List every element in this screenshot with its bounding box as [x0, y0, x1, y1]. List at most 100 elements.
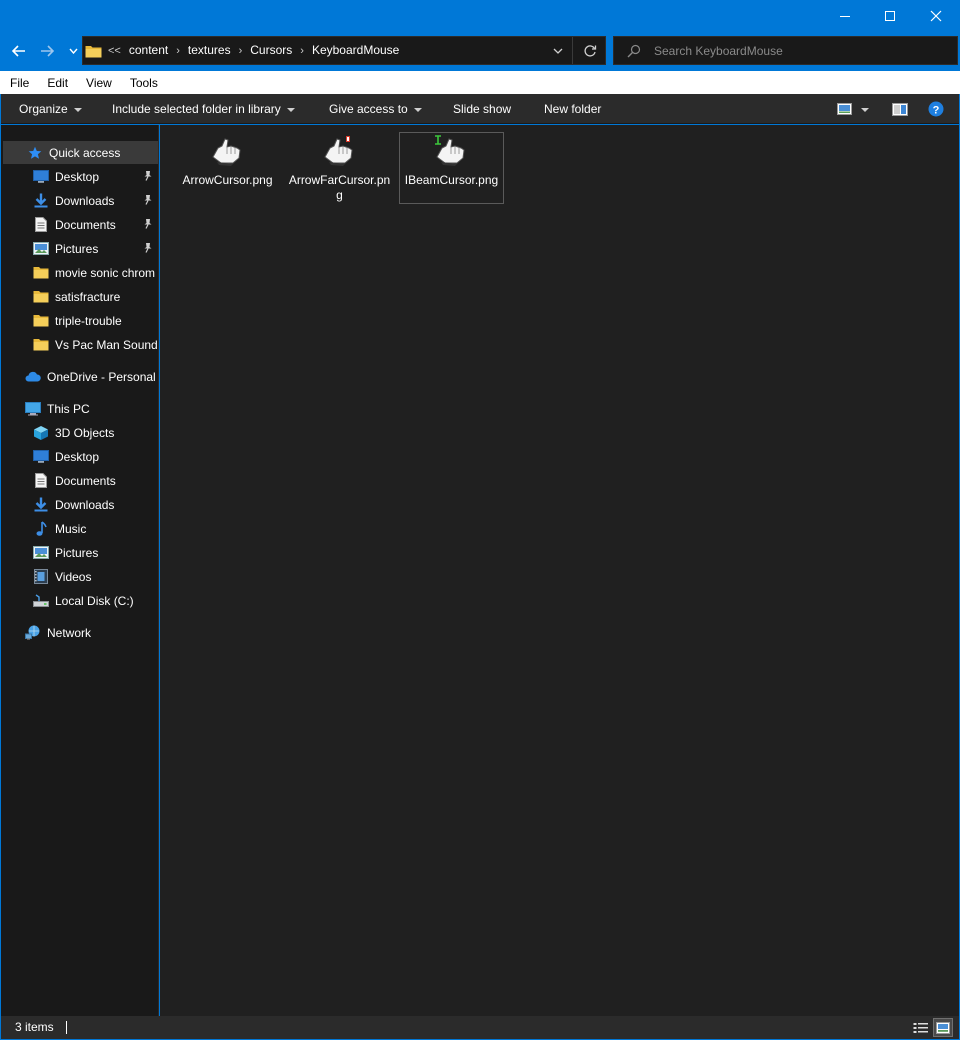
- give-access-button[interactable]: Give access to: [329, 94, 422, 124]
- include-in-library-button[interactable]: Include selected folder in library: [112, 94, 295, 124]
- nav-quick-desktop[interactable]: Desktop: [3, 165, 158, 188]
- change-view-button[interactable]: [837, 94, 869, 124]
- minimize-icon: [840, 15, 850, 17]
- nav-pc-3d-objects[interactable]: 3D Objects: [3, 421, 158, 444]
- refresh-button[interactable]: [578, 37, 602, 64]
- file-item[interactable]: ArrowFarCursor.png: [287, 132, 392, 204]
- nav-label: movie sonic chrom: [55, 265, 156, 280]
- file-item[interactable]: ArrowCursor.png: [175, 132, 280, 204]
- nav-pc-desktop[interactable]: Desktop: [3, 445, 158, 468]
- preview-pane-icon: [892, 102, 908, 116]
- slide-show-button[interactable]: Slide show: [453, 94, 511, 124]
- nav-quick-folder[interactable]: satisfracture: [3, 285, 158, 308]
- close-button[interactable]: [913, 0, 959, 31]
- star-icon: [27, 145, 43, 161]
- back-button[interactable]: [8, 40, 28, 62]
- nav-this-pc[interactable]: This PC: [3, 397, 158, 420]
- document-icon: [33, 217, 49, 233]
- preview-pane-button[interactable]: [892, 94, 908, 124]
- chevron-right-icon[interactable]: ›: [239, 45, 243, 57]
- nav-quick-access[interactable]: Quick access: [3, 141, 158, 164]
- breadcrumb-textures[interactable]: textures: [188, 37, 231, 64]
- cube-icon: [33, 425, 49, 441]
- pin-icon[interactable]: [143, 218, 153, 232]
- cursor-ibeam-icon: [433, 135, 469, 167]
- address-bar[interactable]: << content › textures › Cursors › Keyboa…: [82, 36, 606, 65]
- file-list[interactable]: ArrowCursor.png ArrowFarCursor.png IBeam…: [160, 125, 959, 1016]
- caret-down-icon: [413, 107, 422, 112]
- nav-quick-folder[interactable]: movie sonic chrom: [3, 261, 158, 284]
- folder-icon: [33, 337, 49, 353]
- menu-edit[interactable]: Edit: [37, 76, 76, 90]
- nav-label: Videos: [55, 569, 92, 584]
- address-history-button[interactable]: [545, 37, 571, 64]
- nav-label: Documents: [55, 473, 116, 488]
- cursor-hand-far-icon: [321, 135, 357, 167]
- nav-pc-music[interactable]: Music: [3, 517, 158, 540]
- nav-pc-local-disk[interactable]: Local Disk (C:): [3, 589, 158, 612]
- nav-label: Quick access: [49, 145, 121, 160]
- file-item[interactable]: IBeamCursor.png: [399, 132, 504, 204]
- download-icon: [33, 193, 49, 209]
- breadcrumb-keyboardmouse[interactable]: KeyboardMouse: [312, 37, 399, 64]
- breadcrumb: << content › textures › Cursors › Keyboa…: [83, 37, 399, 64]
- large-icons-view-button[interactable]: [933, 1018, 953, 1037]
- arrow-left-icon: [11, 45, 25, 57]
- nav-pc-documents[interactable]: Documents: [3, 469, 158, 492]
- file-name: ArrowCursor.png: [182, 173, 273, 187]
- pictures-icon: [33, 545, 49, 561]
- arrow-right-icon: [41, 45, 55, 57]
- recent-locations-button[interactable]: [66, 40, 80, 62]
- minimize-button[interactable]: [822, 0, 868, 31]
- new-folder-label: New folder: [544, 102, 602, 116]
- breadcrumb-content[interactable]: content: [129, 37, 168, 64]
- nav-label: Network: [47, 625, 92, 640]
- breadcrumb-overflow[interactable]: <<: [108, 45, 121, 57]
- menu-view[interactable]: View: [76, 76, 120, 90]
- new-folder-button[interactable]: New folder: [544, 94, 601, 124]
- status-divider: [66, 1021, 67, 1034]
- nav-quick-downloads[interactable]: Downloads: [3, 189, 158, 212]
- help-button[interactable]: ?: [928, 94, 944, 124]
- title-bar: [0, 0, 960, 31]
- pictures-icon: [33, 241, 49, 257]
- details-view-button[interactable]: [911, 1018, 931, 1037]
- help-icon: ?: [928, 101, 944, 117]
- pin-icon[interactable]: [143, 194, 153, 208]
- nav-quick-documents[interactable]: Documents: [3, 213, 158, 236]
- chevron-down-icon: [553, 48, 563, 54]
- forward-button[interactable]: [38, 40, 58, 62]
- music-icon: [33, 520, 49, 537]
- navigation-pane[interactable]: Quick access Desktop Downloads Documents…: [1, 125, 159, 1016]
- breadcrumb-cursors[interactable]: Cursors: [250, 37, 292, 64]
- pin-icon[interactable]: [143, 170, 153, 184]
- drive-icon: [33, 593, 49, 609]
- search-box[interactable]: Search KeyboardMouse: [613, 36, 958, 65]
- nav-label: Downloads: [55, 497, 115, 512]
- nav-label: Desktop: [55, 449, 100, 464]
- chevron-down-icon: [68, 48, 78, 54]
- menu-file[interactable]: File: [0, 76, 37, 90]
- nav-pc-pictures[interactable]: Pictures: [3, 541, 158, 564]
- nav-label: Pictures: [55, 545, 99, 560]
- menu-tools[interactable]: Tools: [120, 76, 166, 90]
- caret-down-icon: [286, 107, 295, 112]
- nav-pc-downloads[interactable]: Downloads: [3, 493, 158, 516]
- nav-label: Desktop: [55, 169, 100, 184]
- nav-quick-pictures[interactable]: Pictures: [3, 237, 158, 260]
- pin-icon[interactable]: [143, 242, 153, 256]
- nav-quick-folder[interactable]: triple-trouble: [3, 309, 158, 332]
- chevron-right-icon[interactable]: ›: [176, 45, 180, 57]
- cursor-hand-icon: [209, 135, 245, 167]
- nav-quick-folder[interactable]: Vs Pac Man Sound: [3, 333, 158, 356]
- organize-button[interactable]: Organize: [19, 94, 82, 124]
- nav-label: Music: [55, 521, 87, 536]
- nav-onedrive[interactable]: OneDrive - Personal: [3, 365, 158, 388]
- chevron-right-icon[interactable]: ›: [300, 45, 304, 57]
- nav-pc-videos[interactable]: Videos: [3, 565, 158, 588]
- cloud-icon: [25, 369, 41, 385]
- network-icon: [25, 625, 41, 641]
- nav-network[interactable]: Network: [3, 621, 158, 644]
- maximize-button[interactable]: [867, 0, 913, 31]
- download-icon: [33, 497, 49, 513]
